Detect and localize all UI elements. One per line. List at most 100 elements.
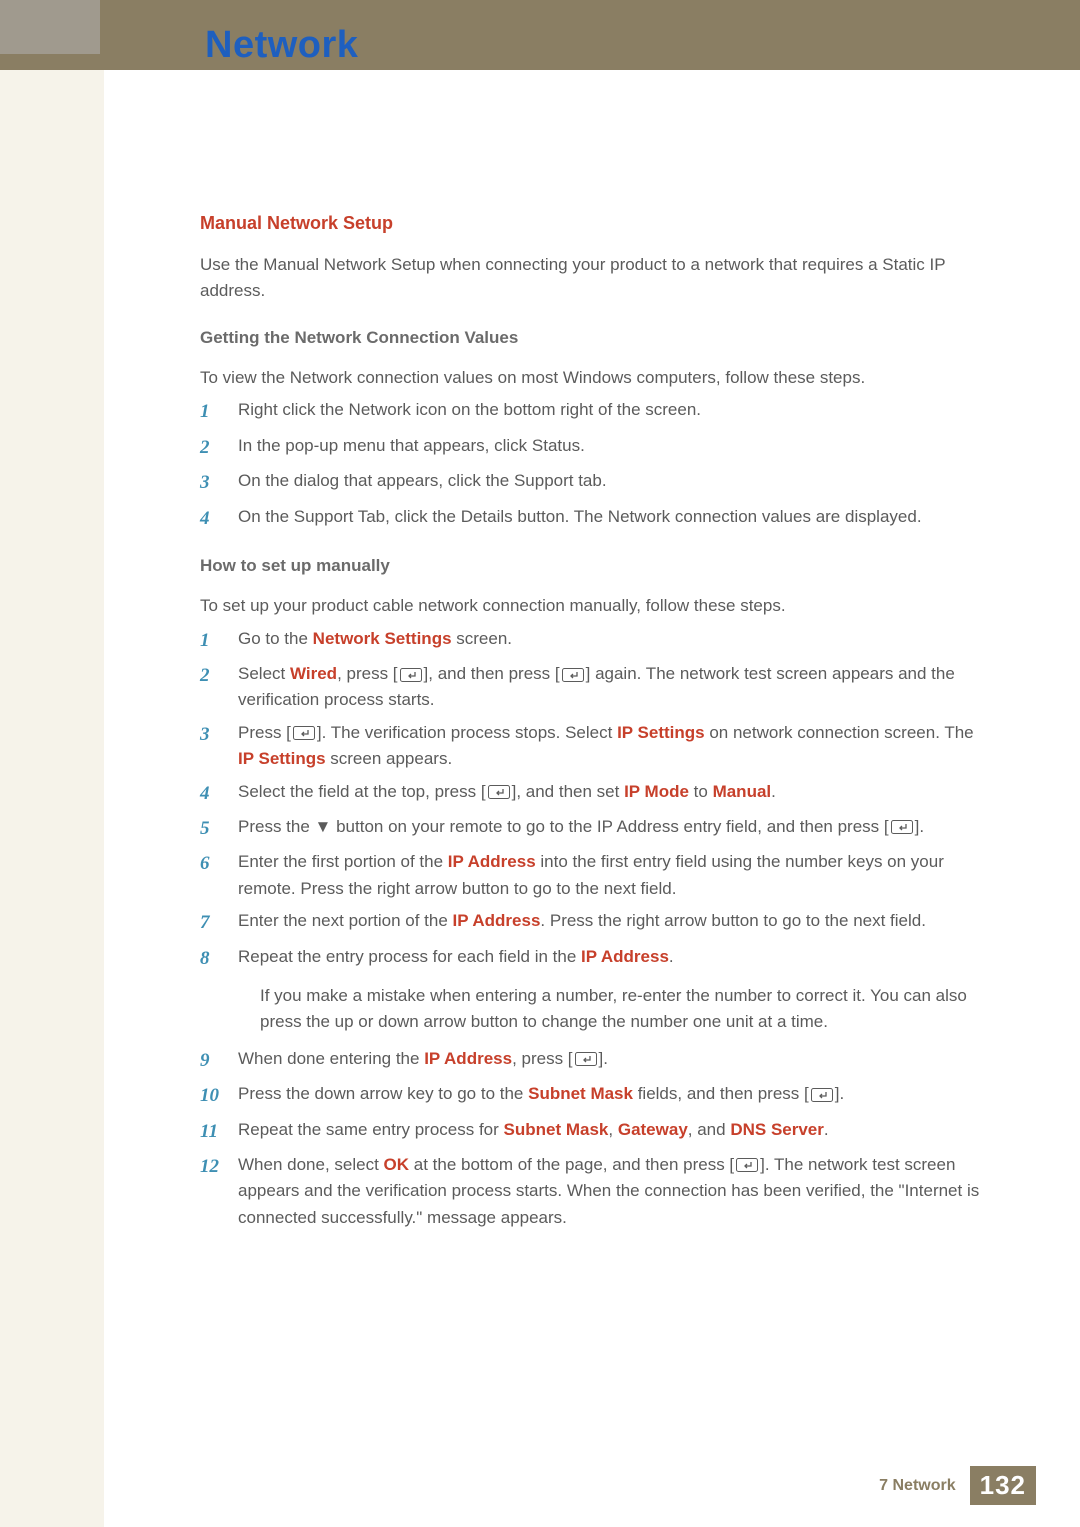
footer-page-number: 132 [970,1466,1036,1505]
list-item: 4 Select the field at the top, press [],… [200,779,990,808]
page-footer: 7 Network 132 [879,1466,1036,1505]
text-fragment: Repeat the same entry process for [238,1120,504,1139]
step-text: Enter the first portion of the IP Addres… [238,849,990,902]
step-number: 8 [200,944,226,973]
enter-icon [811,1088,833,1102]
step-number: 3 [200,468,226,497]
list-item: 2In the pop-up menu that appears, click … [200,433,990,462]
keyword: IP Settings [617,723,705,742]
keyword: Gateway [618,1120,688,1139]
step-text: Press the down arrow key to go to the Su… [238,1081,990,1107]
text-fragment: . [824,1120,829,1139]
section-heading: Manual Network Setup [200,210,990,238]
text-fragment: . [669,947,674,966]
text-fragment: , [608,1120,617,1139]
step-text: On the Support Tab, click the Details bu… [238,504,990,530]
intro-para: Use the Manual Network Setup when connec… [200,252,990,305]
step-text: In the pop-up menu that appears, click S… [238,433,990,459]
list-item: 5 Press the ▼ button on your remote to g… [200,814,990,843]
text-fragment: at the bottom of the page, and then pres… [409,1155,734,1174]
keyword: Wired [290,664,337,683]
sub2-para: To set up your product cable network con… [200,593,990,619]
text-fragment: ], and then press [ [424,664,560,683]
subsection-heading-1: Getting the Network Connection Values [200,325,990,351]
list-item: 6 Enter the first portion of the IP Addr… [200,849,990,902]
enter-icon [562,668,584,682]
step-number: 2 [200,661,226,690]
list-item: 1Right click the Network icon on the bot… [200,397,990,426]
text-fragment: . Press the right arrow button to go to … [540,911,926,930]
keyword: IP Mode [624,782,689,801]
list-item: 8 Repeat the entry process for each fiel… [200,944,990,973]
list-item: 12 When done, select OK at the bottom of… [200,1152,990,1231]
text-fragment: ]. [599,1049,608,1068]
text-fragment: Press the ▼ button on your remote to go … [238,817,889,836]
list-item: 7 Enter the next portion of the IP Addre… [200,908,990,937]
list-item: 10 Press the down arrow key to go to the… [200,1081,990,1110]
text-fragment: , press [ [337,664,397,683]
step-text: Press the ▼ button on your remote to go … [238,814,990,840]
step-number: 4 [200,504,226,533]
text-fragment: ]. [915,817,924,836]
text-fragment: Enter the next portion of the [238,911,453,930]
step-text: When done entering the IP Address, press… [238,1046,990,1072]
note-para: If you make a mistake when entering a nu… [260,983,990,1036]
text-fragment: to [689,782,713,801]
subsection-heading-2: How to set up manually [200,553,990,579]
text-fragment: ], and then set [512,782,624,801]
step-number: 12 [200,1152,226,1181]
text-fragment: on network connection screen. The [705,723,974,742]
list-item: 3On the dialog that appears, click the S… [200,468,990,497]
text-fragment: Press the down arrow key to go to the [238,1084,528,1103]
enter-icon [293,726,315,740]
list-item: 1 Go to the Network Settings screen. [200,626,990,655]
sub1-para: To view the Network connection values on… [200,365,990,391]
step-number: 10 [200,1081,226,1110]
page-content: Manual Network Setup Use the Manual Netw… [200,210,990,1237]
step-text: Right click the Network icon on the bott… [238,397,990,423]
steps-list-2-cont: 9 When done entering the IP Address, pre… [200,1046,990,1231]
enter-icon [488,785,510,799]
chapter-title: Network [205,24,358,67]
step-number: 4 [200,779,226,808]
step-number: 11 [200,1117,226,1146]
keyword: IP Address [448,852,536,871]
keyword: IP Address [581,947,669,966]
text-fragment: ]. [835,1084,844,1103]
steps-list-1: 1Right click the Network icon on the bot… [200,397,990,533]
text-fragment: Press [ [238,723,291,742]
keyword: OK [384,1155,410,1174]
enter-icon [400,668,422,682]
step-text: When done, select OK at the bottom of th… [238,1152,990,1231]
text-fragment: Select [238,664,290,683]
text-fragment: Select the field at the top, press [ [238,782,486,801]
enter-icon [575,1052,597,1066]
keyword: Network Settings [313,629,452,648]
text-fragment: fields, and then press [ [633,1084,809,1103]
keyword: DNS Server [730,1120,824,1139]
steps-list-2: 1 Go to the Network Settings screen. 2 S… [200,626,990,973]
keyword: Subnet Mask [528,1084,633,1103]
text-fragment: Enter the first portion of the [238,852,448,871]
text-fragment: . [771,782,776,801]
step-text: Press []. The verification process stops… [238,720,990,773]
keyword: Manual [713,782,772,801]
keyword: Subnet Mask [504,1120,609,1139]
text-fragment: Repeat the entry process for each field … [238,947,581,966]
step-number: 5 [200,814,226,843]
text-fragment: Go to the [238,629,313,648]
step-text: Repeat the same entry process for Subnet… [238,1117,990,1143]
enter-icon [736,1158,758,1172]
text-fragment: When done, select [238,1155,384,1174]
step-text: Go to the Network Settings screen. [238,626,990,652]
text-fragment: When done entering the [238,1049,424,1068]
keyword: IP Address [453,911,541,930]
text-fragment: screen. [452,629,512,648]
step-number: 3 [200,720,226,749]
text-fragment: , press [ [512,1049,572,1068]
list-item: 3 Press []. The verification process sto… [200,720,990,773]
text-fragment: screen appears. [326,749,453,768]
step-number: 7 [200,908,226,937]
step-number: 6 [200,849,226,878]
list-item: 11 Repeat the same entry process for Sub… [200,1117,990,1146]
